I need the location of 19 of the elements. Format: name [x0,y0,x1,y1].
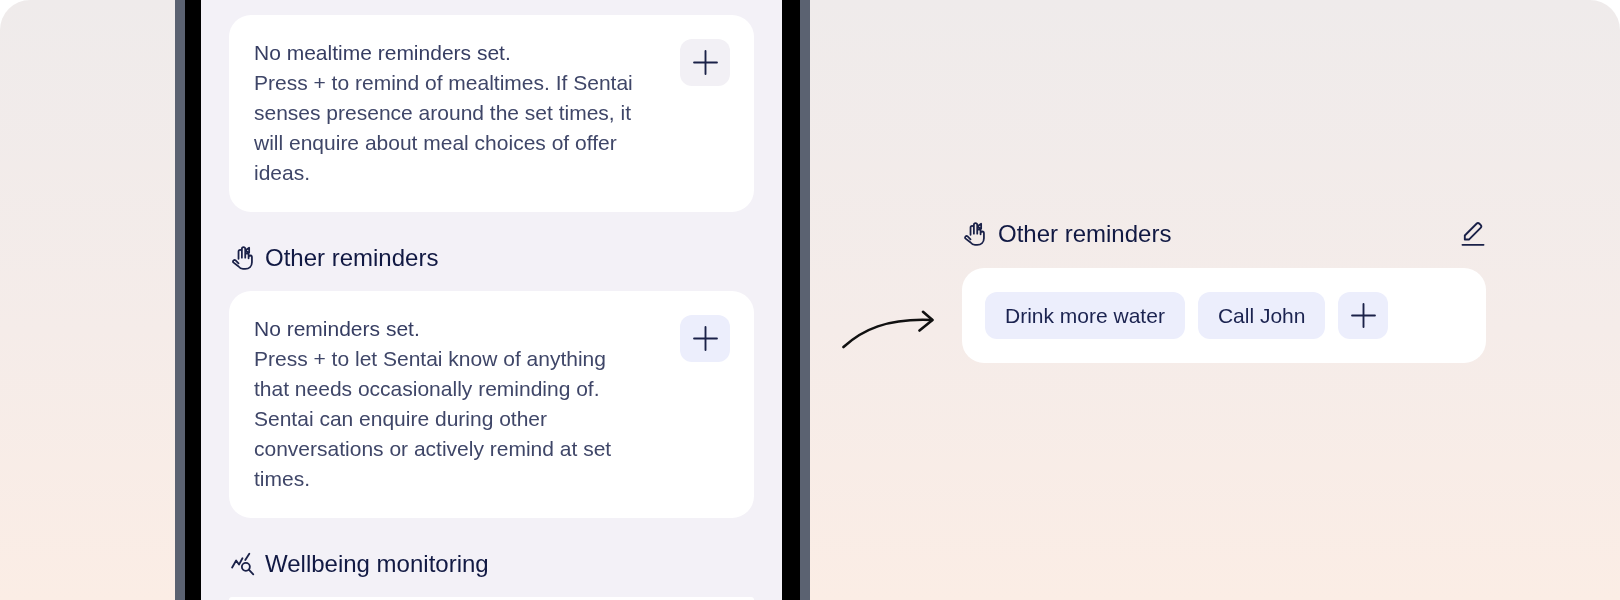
section-heading: Wellbeing monitoring [265,550,489,578]
empty-state-title: No reminders set. [254,316,421,342]
empty-state-text: Press + to let Sentai know of anything that needs occasionally reminding of. Sentai can enquire during other conversations or actively remind at set times. [254,346,613,492]
section-heading: Other reminders [265,244,439,272]
plus-icon [1350,303,1376,328]
empty-state-text: Press + to remind of mealtimes. If Sentai senses presence around the set times, it will enquire about meal choices of offer ideas. [254,70,634,186]
plus-icon [692,326,718,351]
reminder-tag[interactable]: Drink more water [985,292,1185,339]
pencil-icon[interactable] [1461,222,1485,246]
hand-icon [963,222,987,246]
section-heading: Other reminders [998,220,1172,248]
empty-state-title: No mealtime reminders set. [254,40,512,66]
add-button[interactable] [1338,292,1389,339]
reminder-tag[interactable]: Call John [1197,292,1326,339]
hand-icon [231,246,255,270]
add-button[interactable] [680,315,730,362]
plus-icon [692,50,718,75]
chart-magnifier-icon [231,552,255,576]
add-button[interactable] [680,39,730,86]
